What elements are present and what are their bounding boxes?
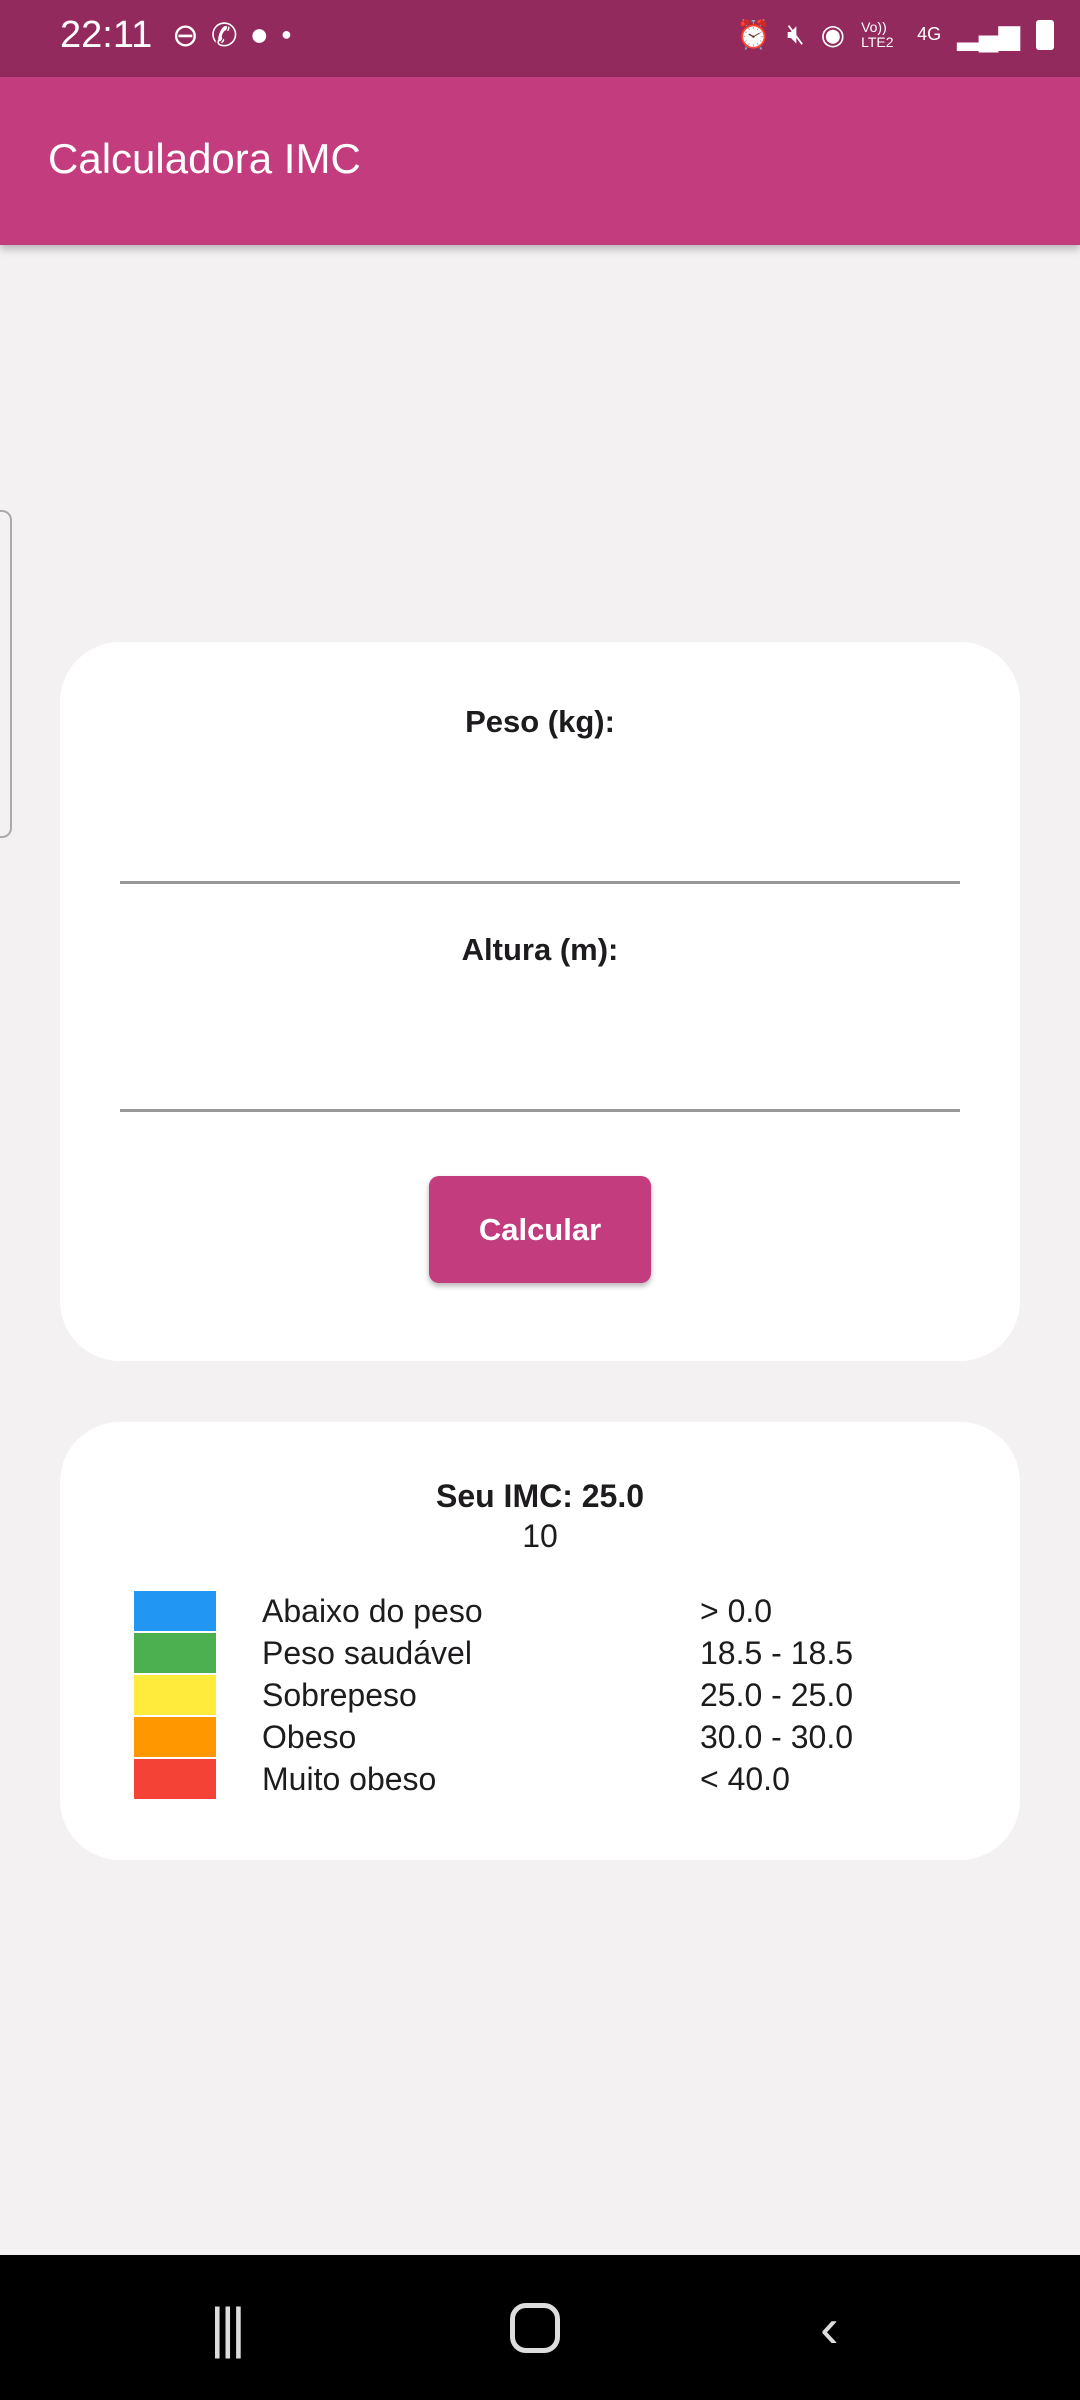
legend-row: Obeso 30.0 - 30.0 (134, 1716, 853, 1758)
dnd-icon: ⊖ (172, 17, 199, 53)
weight-label: Peso (kg): (465, 704, 615, 739)
legend-row: Sobrepeso 25.0 - 25.0 (134, 1674, 853, 1716)
legend-range: 18.5 - 18.5 (700, 1634, 853, 1671)
weight-input[interactable] (120, 804, 960, 884)
imc-value: 10 (522, 1518, 558, 1554)
calculate-button[interactable]: Calcular (429, 1176, 651, 1283)
imc-result: Seu IMC: 25.0 (435, 1478, 645, 1514)
dot-icon: ● (280, 24, 292, 44)
height-label: Altura (m): (461, 932, 619, 967)
legend-label: Peso saudável (262, 1634, 472, 1671)
volte-icon: Vo)) LTE2 (861, 18, 894, 50)
app-icon: ● (249, 16, 269, 52)
result-card: Seu IMC: 25.0 10 Abaixo do peso > 0.0 Pes… (60, 1422, 1020, 1860)
color-swatch (134, 1591, 216, 1631)
legend-row: Muito obeso < 40.0 (134, 1758, 853, 1800)
home-icon[interactable] (510, 2303, 560, 2353)
color-swatch (134, 1759, 216, 1799)
navigation-bar: ||| ‹ (0, 2255, 1080, 2400)
mute-icon: 🔇︎ (787, 18, 805, 49)
legend-row: Abaixo do peso > 0.0 (134, 1590, 853, 1632)
signal-icon: ▂▄▆ (957, 19, 1020, 50)
imc-legend: Abaixo do peso > 0.0 Peso saudável 18.5 - … (134, 1590, 853, 1800)
hotspot-icon: ◉ (820, 19, 846, 50)
side-handle[interactable] (0, 510, 12, 838)
status-bar: 22:11 ⊖ ✆ ● ● ⏰ 🔇︎ ◉ Vo)) LTE2 4G ▂▄▆ (0, 0, 1080, 77)
legend-range: 25.0 - 25.0 (700, 1676, 853, 1713)
color-swatch (134, 1717, 216, 1757)
legend-label: Sobrepeso (262, 1676, 417, 1713)
back-icon[interactable]: ‹ (820, 2295, 839, 2360)
legend-range: < 40.0 (700, 1760, 790, 1797)
legend-range: 30.0 - 30.0 (700, 1718, 853, 1755)
legend-row: Peso saudável 18.5 - 18.5 (134, 1632, 853, 1674)
alarm-icon: ⏰ (736, 19, 771, 50)
clock: 22:11 (60, 14, 153, 56)
app-title: Calculadora IMC (48, 135, 361, 182)
input-card: Peso (kg): Altura (m): Calcular (60, 642, 1020, 1361)
legend-range: > 0.0 (700, 1592, 773, 1629)
color-swatch (134, 1633, 216, 1673)
whatsapp-icon: ✆ (210, 17, 238, 53)
recent-apps-icon[interactable]: ||| (210, 2295, 246, 2360)
height-input[interactable] (120, 1032, 960, 1112)
legend-label: Obeso (262, 1718, 357, 1755)
legend-label: Muito obeso (262, 1760, 437, 1797)
color-swatch (134, 1675, 216, 1715)
app-bar: Calculadora IMC (0, 77, 1080, 245)
4g-icon: 4G (917, 24, 942, 44)
legend-label: Abaixo do peso (262, 1592, 483, 1629)
battery-charging-icon (1036, 19, 1054, 50)
